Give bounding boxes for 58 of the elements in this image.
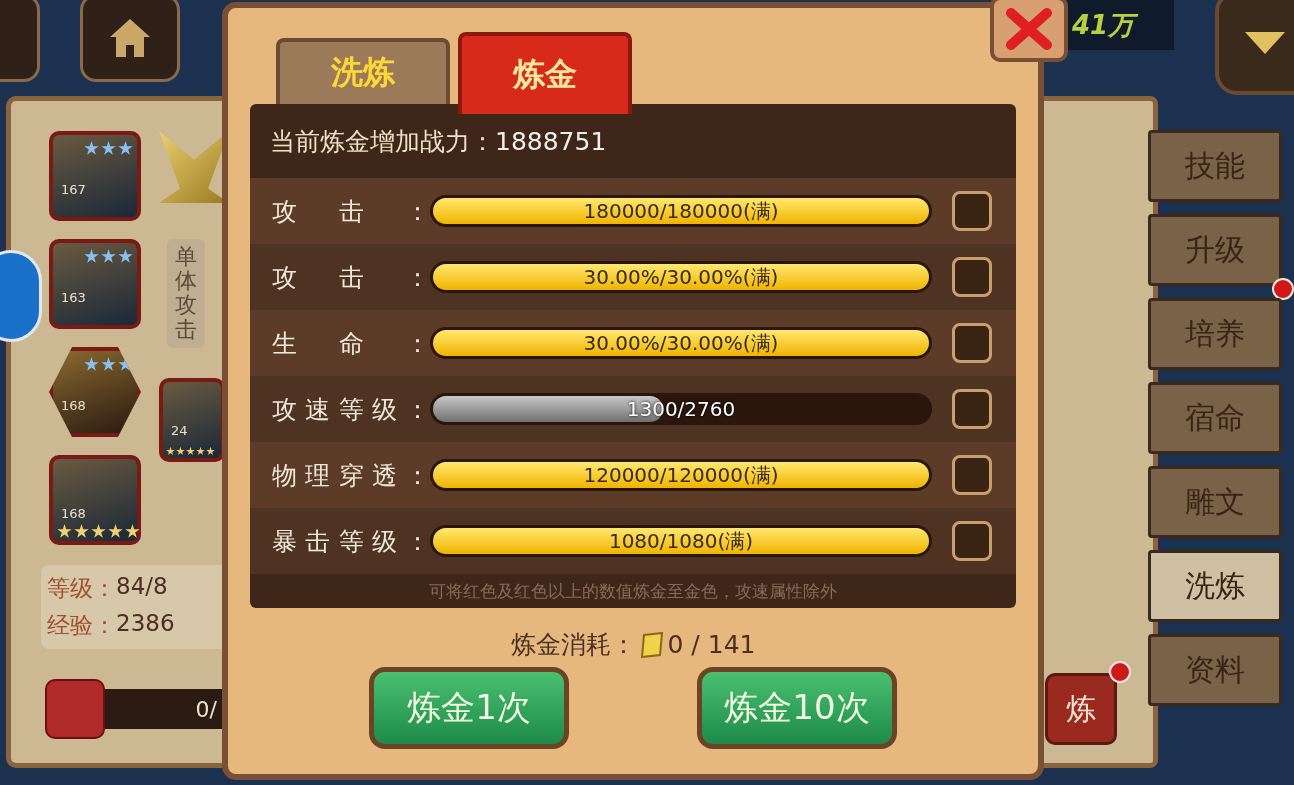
attribute-label: 攻击： bbox=[272, 195, 430, 228]
side-tab[interactable]: 培养 bbox=[1148, 298, 1282, 370]
close-icon bbox=[1005, 7, 1053, 51]
lock-checkbox[interactable] bbox=[952, 389, 992, 429]
refine-button[interactable]: 炼 bbox=[1045, 673, 1117, 745]
attribute-label: 暴击等级： bbox=[272, 525, 430, 558]
dialog-tab[interactable]: 炼金 bbox=[458, 32, 632, 114]
alchemy-button[interactable]: 炼金10次 bbox=[697, 667, 897, 749]
equipment-slot[interactable]: 168 bbox=[49, 347, 141, 437]
equipment-slot[interactable]: 168 bbox=[49, 455, 141, 545]
hint-text: 可将红色及红色以上的数值炼金至金色，攻速属性除外 bbox=[428, 579, 838, 603]
alchemy-button[interactable]: 炼金1次 bbox=[369, 667, 569, 749]
cost-value: 0 / 141 bbox=[667, 630, 756, 659]
dialog-tab[interactable]: 洗炼 bbox=[276, 38, 450, 104]
cost-label: 炼金消耗： bbox=[510, 629, 636, 661]
attribute-label: 物理穿透： bbox=[272, 459, 430, 492]
attribute-reading: 1300/2760 bbox=[626, 397, 736, 421]
lock-checkbox[interactable] bbox=[952, 323, 992, 363]
ticket-icon bbox=[639, 631, 664, 658]
attribute-reading: 180000/180000(满) bbox=[583, 197, 779, 225]
stat-label: 等级： bbox=[47, 574, 116, 603]
lock-checkbox[interactable] bbox=[952, 455, 992, 495]
equipment-slot[interactable]: 24 bbox=[159, 377, 225, 462]
attribute-label: 攻速等级： bbox=[272, 393, 430, 426]
attribute-reading: 30.00%/30.00%(满) bbox=[583, 329, 779, 357]
stat-label: 经验： bbox=[47, 611, 116, 640]
item-level: 168 bbox=[61, 398, 86, 413]
item-level: 163 bbox=[61, 290, 86, 305]
equipment-slot[interactable]: 163 bbox=[49, 239, 141, 329]
stat-value: 84/8 bbox=[116, 573, 168, 601]
side-tab[interactable]: 技能 bbox=[1148, 130, 1282, 202]
attribute-reading: 1080/1080(满) bbox=[608, 527, 754, 555]
skill-label: 单体攻击 bbox=[167, 239, 205, 348]
attribute-reading: 30.00%/30.00%(满) bbox=[583, 263, 779, 291]
close-button[interactable] bbox=[990, 0, 1068, 62]
stat-value: 2386 bbox=[116, 610, 175, 638]
lock-checkbox[interactable] bbox=[952, 521, 992, 561]
caret-icon bbox=[1245, 31, 1285, 54]
lock-checkbox[interactable] bbox=[952, 191, 992, 231]
item-level: 167 bbox=[61, 182, 86, 197]
dropdown-button[interactable] bbox=[1215, 0, 1294, 95]
attribute-label: 生命： bbox=[272, 327, 430, 360]
power-value: 1888751 bbox=[495, 126, 607, 156]
item-level: 24 bbox=[171, 422, 188, 438]
lock-checkbox[interactable] bbox=[952, 257, 992, 297]
side-tab[interactable]: 宿命 bbox=[1148, 382, 1282, 454]
equipment-slot[interactable]: 167 bbox=[49, 131, 141, 221]
side-tab[interactable]: 升级 bbox=[1148, 214, 1282, 286]
attribute-reading: 120000/120000(满) bbox=[583, 461, 779, 489]
power-label: 当前炼金增加战力： bbox=[270, 125, 495, 158]
seal-icon bbox=[45, 679, 105, 739]
side-tab[interactable]: 雕文 bbox=[1148, 466, 1282, 538]
progress-value: 0/ bbox=[195, 696, 217, 722]
home-button[interactable] bbox=[80, 0, 180, 82]
side-tab[interactable]: 洗炼 bbox=[1148, 550, 1282, 622]
side-tab[interactable]: 资料 bbox=[1148, 634, 1282, 706]
item-level: 168 bbox=[61, 506, 86, 521]
attribute-label: 攻击： bbox=[272, 261, 430, 294]
